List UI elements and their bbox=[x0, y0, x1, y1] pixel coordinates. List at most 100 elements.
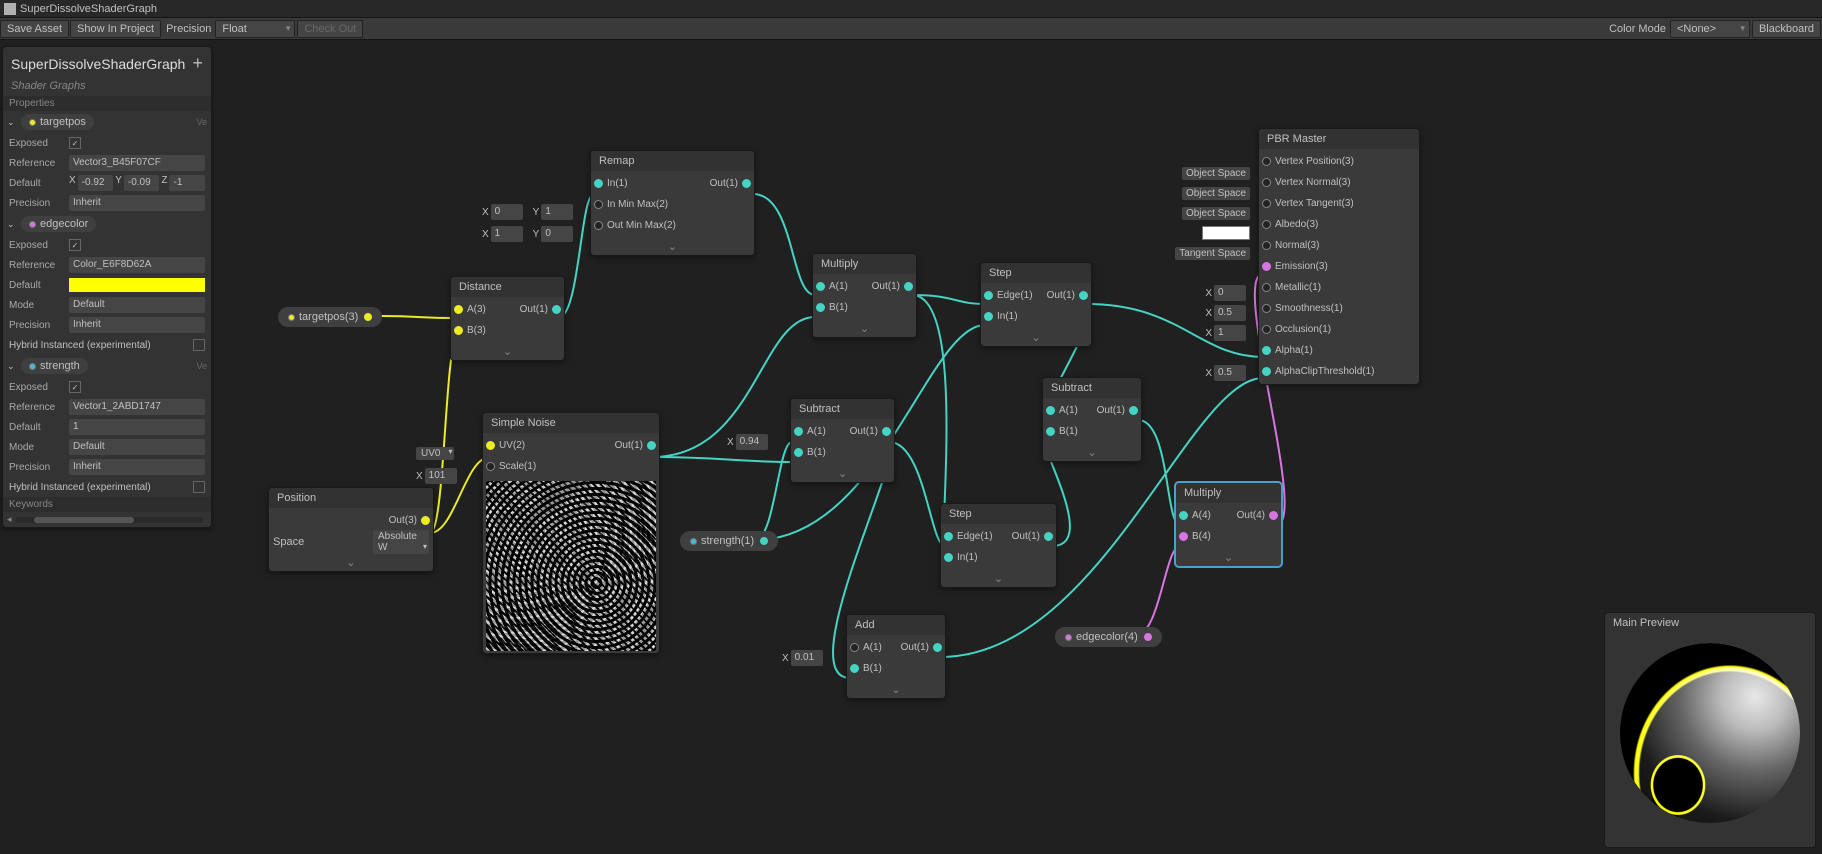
precision-dropdown[interactable]: Inherit bbox=[69, 317, 205, 333]
blackboard-button[interactable]: Blackboard bbox=[1752, 20, 1821, 38]
inline-y[interactable]: 0 bbox=[541, 226, 573, 242]
port-out-minmax[interactable]: Out Min Max(2) bbox=[591, 220, 680, 231]
node-title[interactable]: Position bbox=[269, 488, 433, 508]
property-edgecolor[interactable]: ⌄ edgecolor Exposed✓ ReferenceColor_E6F8… bbox=[3, 213, 211, 355]
exposed-checkbox[interactable]: ✓ bbox=[69, 137, 81, 149]
color-swatch[interactable] bbox=[69, 278, 205, 292]
port-b[interactable]: B(1) bbox=[1043, 426, 1082, 437]
port-occlusion[interactable]: Occlusion(1) bbox=[1259, 324, 1335, 335]
property-strength[interactable]: ⌄ strength Ve Exposed✓ ReferenceVector1_… bbox=[3, 355, 211, 497]
port-scale[interactable]: Scale(1) bbox=[483, 461, 540, 472]
port-a[interactable]: A(1) bbox=[791, 426, 830, 437]
node-add[interactable]: Add A(1) Out(1) B(1) ⌄ bbox=[846, 614, 946, 699]
inline-x[interactable]: 1 bbox=[491, 226, 523, 242]
port-a[interactable]: A(1) bbox=[847, 642, 886, 653]
port-alphaclip[interactable]: AlphaClipThreshold(1) bbox=[1259, 366, 1379, 377]
property-chip-strength[interactable]: strength(1) bbox=[680, 531, 778, 551]
node-multiply-1[interactable]: Multiply A(1) Out(1) B(1) ⌄ bbox=[812, 253, 917, 338]
port-out[interactable]: Out(1) bbox=[897, 642, 945, 653]
node-title[interactable]: Subtract bbox=[791, 399, 894, 419]
port-out[interactable]: Out(1) bbox=[846, 426, 894, 437]
port-out[interactable]: Out(1) bbox=[1008, 531, 1056, 542]
pbr-space-dropdown[interactable]: Object Space bbox=[1182, 207, 1250, 220]
inline-x[interactable]: 0.01 bbox=[791, 650, 823, 666]
port-out[interactable]: Out(1) bbox=[611, 440, 659, 451]
color-mode-dropdown[interactable]: <None> bbox=[1670, 20, 1750, 38]
port-out[interactable]: Out(3) bbox=[385, 515, 433, 526]
port-metallic[interactable]: Metallic(1) bbox=[1259, 282, 1325, 293]
port-b[interactable]: B(1) bbox=[813, 302, 852, 313]
node-position[interactable]: Position Out(3) Space Absolute W ⌄ bbox=[268, 487, 434, 572]
collapse-icon[interactable]: ⌄ bbox=[1176, 549, 1281, 566]
mode-dropdown[interactable]: Default bbox=[69, 297, 205, 313]
node-subtract-1[interactable]: Subtract A(1) Out(1) B(1) ⌄ bbox=[790, 398, 895, 483]
node-title[interactable]: Step bbox=[941, 504, 1056, 524]
reference-field[interactable]: Color_E6F8D62A bbox=[69, 257, 205, 273]
blackboard-panel[interactable]: SuperDissolveShaderGraph + Shader Graphs… bbox=[2, 46, 212, 528]
port-out[interactable]: Out(1) bbox=[706, 178, 754, 189]
collapse-icon[interactable]: ⌄ bbox=[791, 465, 894, 482]
inline-x[interactable]: 0 bbox=[491, 204, 523, 220]
node-title[interactable]: Step bbox=[981, 263, 1091, 283]
node-title[interactable]: Subtract bbox=[1043, 378, 1141, 398]
collapse-icon[interactable]: ⌄ bbox=[1043, 444, 1141, 461]
port-a[interactable]: A(4) bbox=[1176, 510, 1215, 521]
inline-y[interactable]: 1 bbox=[541, 204, 573, 220]
node-multiply-2[interactable]: Multiply A(4) Out(4) B(4) ⌄ bbox=[1175, 482, 1282, 567]
save-asset-button[interactable]: Save Asset bbox=[0, 20, 69, 38]
pbr-space-dropdown[interactable]: Tangent Space bbox=[1175, 247, 1250, 260]
port-out[interactable]: Out(1) bbox=[1093, 405, 1141, 416]
expand-icon[interactable]: ⌄ bbox=[7, 219, 17, 229]
out-port[interactable] bbox=[760, 537, 768, 545]
property-chip-targetpos[interactable]: targetpos(3) bbox=[278, 307, 382, 327]
preview-sphere[interactable] bbox=[1620, 643, 1800, 823]
port-out[interactable]: Out(4) bbox=[1233, 510, 1281, 521]
node-title[interactable]: PBR Master bbox=[1259, 129, 1419, 149]
default-field[interactable]: 1 bbox=[69, 419, 205, 435]
add-property-button[interactable]: + bbox=[192, 53, 203, 74]
node-title[interactable]: Distance bbox=[451, 277, 564, 297]
graph-canvas[interactable]: targetpos(3) strength(1) edgecolor(4) Po… bbox=[0, 40, 1822, 854]
port-emission[interactable]: Emission(3) bbox=[1259, 261, 1332, 272]
port-albedo[interactable]: Albedo(3) bbox=[1259, 219, 1322, 230]
port-normal[interactable]: Normal(3) bbox=[1259, 240, 1323, 251]
expand-icon[interactable]: ⌄ bbox=[7, 361, 17, 371]
collapse-icon[interactable]: ⌄ bbox=[269, 554, 433, 571]
property-targetpos[interactable]: ⌄ targetpos Ve Exposed✓ ReferenceVector3… bbox=[3, 111, 211, 213]
inline-x[interactable]: 0.5 bbox=[1214, 305, 1246, 321]
expand-icon[interactable]: ⌄ bbox=[7, 117, 17, 127]
node-distance[interactable]: Distance A(3) Out(1) B(3) ⌄ bbox=[450, 276, 565, 361]
inline-x[interactable]: 0 bbox=[1214, 285, 1246, 301]
port-smoothness[interactable]: Smoothness(1) bbox=[1259, 303, 1347, 314]
pbr-albedo-color[interactable] bbox=[1202, 226, 1250, 240]
port-out[interactable]: Out(1) bbox=[516, 304, 564, 315]
scrollbar[interactable] bbox=[16, 517, 203, 523]
port-vertex-normal[interactable]: Vertex Normal(3) bbox=[1259, 177, 1355, 188]
node-simple-noise[interactable]: Simple Noise UV(2) Out(1) Scale(1) bbox=[482, 412, 660, 654]
collapse-icon[interactable]: ⌄ bbox=[981, 329, 1091, 346]
inline-x[interactable]: 101 bbox=[425, 468, 457, 484]
port-a[interactable]: A(3) bbox=[451, 304, 490, 315]
reference-field[interactable]: Vector3_B45F07CF bbox=[69, 155, 205, 171]
scroll-left-icon[interactable]: ◂ bbox=[7, 514, 12, 525]
inline-x[interactable]: 0.94 bbox=[736, 434, 768, 450]
pbr-space-dropdown[interactable]: Object Space bbox=[1182, 187, 1250, 200]
node-title[interactable]: Simple Noise bbox=[483, 413, 659, 433]
port-vertex-tangent[interactable]: Vertex Tangent(3) bbox=[1259, 198, 1358, 209]
node-step-2[interactable]: Step Edge(1) Out(1) In(1) ⌄ bbox=[940, 503, 1057, 588]
collapse-icon[interactable]: ⌄ bbox=[941, 570, 1056, 587]
property-chip-edgecolor[interactable]: edgecolor(4) bbox=[1055, 627, 1162, 647]
collapse-icon[interactable]: ⌄ bbox=[451, 343, 564, 360]
hybrid-checkbox[interactable] bbox=[193, 339, 205, 351]
collapse-icon[interactable]: ⌄ bbox=[847, 681, 945, 698]
port-b[interactable]: B(3) bbox=[451, 325, 490, 336]
check-out-button[interactable]: Check Out bbox=[297, 20, 363, 38]
port-b[interactable]: B(4) bbox=[1176, 531, 1215, 542]
out-port[interactable] bbox=[364, 313, 372, 321]
pbr-space-dropdown[interactable]: Object Space bbox=[1182, 167, 1250, 180]
port-edge[interactable]: Edge(1) bbox=[981, 290, 1037, 301]
scrollbar-thumb[interactable] bbox=[34, 517, 134, 523]
reference-field[interactable]: Vector1_2ABD1747 bbox=[69, 399, 205, 415]
main-preview-panel[interactable]: Main Preview bbox=[1604, 612, 1816, 848]
node-title[interactable]: Multiply bbox=[1176, 483, 1281, 503]
